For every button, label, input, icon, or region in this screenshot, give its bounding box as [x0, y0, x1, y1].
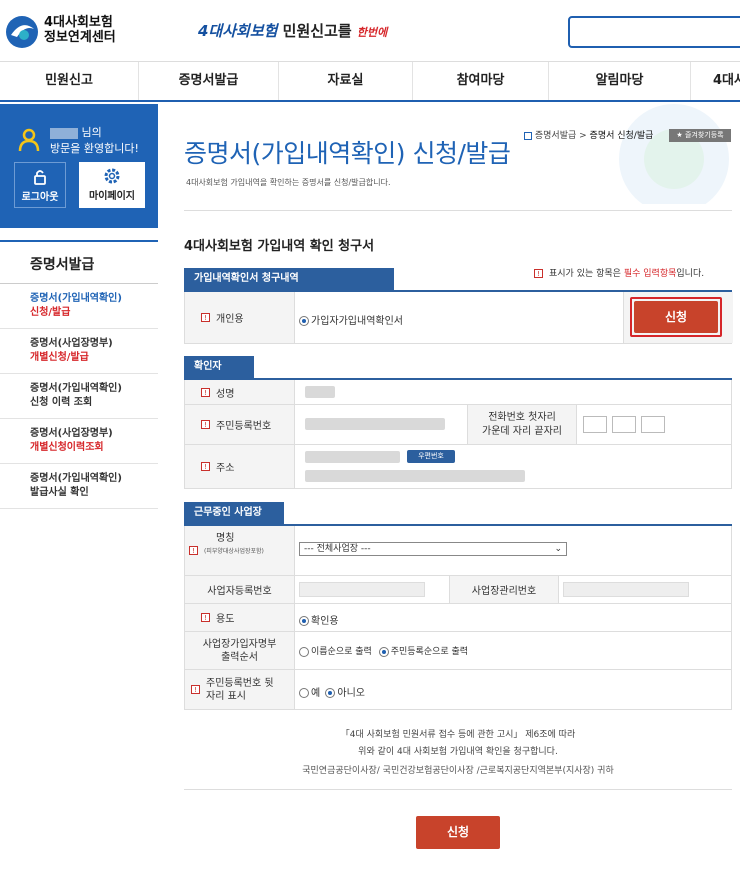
phone-first-input[interactable]: [583, 416, 607, 433]
company-select[interactable]: --- 전체사업장 --- ⌄: [299, 542, 567, 556]
mypage-button[interactable]: 마이페이지: [79, 162, 145, 208]
decorative-watermark-icon: [619, 104, 729, 204]
section-header-request: 가입내역확인서 청구내역: [184, 268, 394, 290]
radio-name-order[interactable]: [299, 646, 309, 657]
required-marker-icon: !: [201, 613, 210, 622]
radio-rrn-order[interactable]: [378, 646, 389, 657]
biz-number-row: 사업자등록번호 사업장관리번호: [184, 576, 732, 604]
side-menu: 증명서발급 증명서(가입내역확인) 신청/발급 증명서(사업장명부) 개별신청/…: [0, 240, 158, 509]
site-header: 4대사회보험 정보연계센터 4대사회보험 민원신고를 한번에: [0, 0, 740, 62]
required-marker-icon: !: [201, 462, 210, 471]
user-name-masked: [50, 127, 78, 139]
favorite-button[interactable]: ★ 즐겨찾기등록: [669, 129, 731, 142]
rrn-display-radio-group: 예 아니오: [299, 684, 365, 699]
side-menu-item-roster-history[interactable]: 증명서(사업장명부) 개별신청이력조회: [0, 419, 158, 464]
bottom-divider: [184, 789, 732, 790]
rrn-label: ! 주민등록번호: [185, 405, 295, 444]
rrn-value-masked: [305, 418, 445, 430]
chevron-down-icon: ⌄: [554, 544, 562, 554]
purpose-row: ! 용도 확인용: [184, 604, 732, 632]
required-marker-icon: !: [201, 313, 210, 322]
rrn-back-label: ! 주민등록번호 뒷 자리 표시: [185, 670, 295, 709]
header-slogan: 4대사회보험 민원신고를 한번에: [198, 22, 388, 40]
required-marker-icon: !: [189, 546, 198, 555]
biz-no-input[interactable]: [299, 582, 425, 597]
side-menu-item-history[interactable]: 증명서(가입내역확인) 신청 이력 조회: [0, 374, 158, 419]
nav-item-archive[interactable]: 자료실: [279, 62, 413, 100]
address-label: ! 주소: [185, 445, 295, 488]
radio-selected[interactable]: [299, 316, 309, 326]
submit-button[interactable]: 신청: [416, 816, 500, 849]
apply-button[interactable]: 신청: [634, 301, 718, 333]
search-input[interactable]: [568, 16, 740, 48]
breadcrumb: 증명서발급 > 증명서 신청/발급: [524, 128, 653, 141]
required-marker-icon: !: [191, 685, 200, 694]
logo-icon[interactable]: [5, 15, 39, 49]
rrn-display-row: ! 주민등록번호 뒷 자리 표시 예 아니오: [184, 670, 732, 710]
user-icon: [18, 128, 40, 152]
zipcode-button[interactable]: 우편번호: [407, 450, 455, 463]
form-title: 4대사회보험 가입내역 확인 청구서: [184, 239, 375, 254]
radio-yes[interactable]: [299, 688, 309, 698]
name-row: ! 성명: [184, 380, 732, 405]
page-subtitle: 4대사회보험 가입내역을 확인하는 증명서를 신청/발급합니다.: [186, 178, 391, 187]
address-value-masked: [305, 470, 525, 482]
phone-last-input[interactable]: [641, 416, 665, 433]
print-order-label: 사업장가입자명부 출력순서: [185, 632, 295, 669]
purpose-radio[interactable]: 확인용: [299, 612, 339, 627]
company-row: ! 명칭 (피부양대상사업장포함) --- 전체사업장 --- ⌄: [184, 526, 732, 576]
nav-item-notice[interactable]: 알림마당: [549, 62, 691, 100]
notice-line-1: 「4대 사회보험 민원서류 접수 등에 관한 고시」 제6조에 따라: [340, 730, 576, 740]
request-row: ! 개인용 가입자가입내역확인서 신청: [184, 292, 733, 344]
required-marker-icon: !: [201, 420, 210, 429]
required-note: ! 표시가 있는 항목은 필수 입력항목입니다.: [534, 266, 704, 279]
radio-selected[interactable]: [299, 616, 309, 626]
required-marker-icon: !: [201, 387, 210, 397]
section-header-workplace: 근무중인 사업장: [184, 502, 284, 524]
phone-label: 전화번호 첫자리 가운데 자리 끝자리: [467, 405, 577, 444]
zipcode-masked: [305, 451, 400, 463]
title-divider: [184, 210, 732, 211]
nav-item-participation[interactable]: 참여마당: [413, 62, 549, 100]
notice-recipient: 국민연금공단이사장/ 국민건강보험공단이사장 /근로복지공단지역본부(지사장) …: [302, 766, 614, 776]
side-menu-title: 증명서발급: [0, 240, 158, 284]
welcome-box: 님의 방문을 환영합니다! 로그아웃 마이페이지: [0, 104, 158, 228]
biz-no-label: 사업자등록번호: [185, 576, 295, 603]
side-menu-item-apply[interactable]: 증명서(가입내역확인) 신청/발급: [0, 284, 158, 329]
side-menu-item-verify[interactable]: 증명서(가입내역확인) 발급사실 확인: [0, 464, 158, 509]
main-navigation: 민원신고 증명서발급 자료실 참여마당 알림마당 4대사: [0, 62, 740, 102]
name-label: ! 성명: [185, 380, 295, 404]
required-marker-icon: !: [534, 269, 543, 278]
print-order-row: 사업장가입자명부 출력순서 이름순으로 출력 주민등록순으로 출력: [184, 632, 732, 670]
section-header-applicant: 확인자: [184, 356, 254, 378]
welcome-message: 님의 방문을 환영합니다!: [50, 126, 139, 155]
phone-middle-input[interactable]: [612, 416, 636, 433]
name-value-masked: [305, 386, 335, 398]
mgmt-no-label: 사업장관리번호: [449, 576, 559, 603]
page-title: 증명서(가입내역확인) 신청/발급: [184, 139, 511, 168]
logout-button[interactable]: 로그아웃: [14, 162, 66, 208]
nav-item-certificate[interactable]: 증명서발급: [139, 62, 279, 100]
company-label: ! 명칭 (피부양대상사업장포함): [185, 526, 295, 575]
site-logo-text[interactable]: 4대사회보험 정보연계센터: [44, 15, 116, 45]
rrn-phone-row: ! 주민등록번호 전화번호 첫자리 가운데 자리 끝자리: [184, 405, 732, 445]
certificate-type-radio[interactable]: 가입자가입내역확인서: [299, 312, 403, 327]
personal-label: ! 개인용: [185, 292, 295, 343]
gear-icon: [104, 168, 120, 184]
purpose-label: ! 용도: [185, 604, 295, 631]
radio-no[interactable]: [325, 688, 336, 698]
nav-item-civil-report[interactable]: 민원신고: [0, 62, 139, 100]
notice-line-2: 위와 같이 4대 사회보험 가입내역 확인을 청구합니다.: [358, 747, 558, 757]
nav-item-4insurance[interactable]: 4대사: [691, 62, 740, 100]
lock-icon: [34, 170, 46, 185]
side-menu-item-roster-apply[interactable]: 증명서(사업장명부) 개별신청/발급: [0, 329, 158, 374]
home-icon[interactable]: [524, 131, 532, 140]
address-row: ! 주소 우편번호: [184, 445, 732, 489]
mgmt-no-input[interactable]: [563, 582, 689, 597]
print-order-radio-group: 이름순으로 출력 주민등록순으로 출력: [299, 644, 468, 657]
